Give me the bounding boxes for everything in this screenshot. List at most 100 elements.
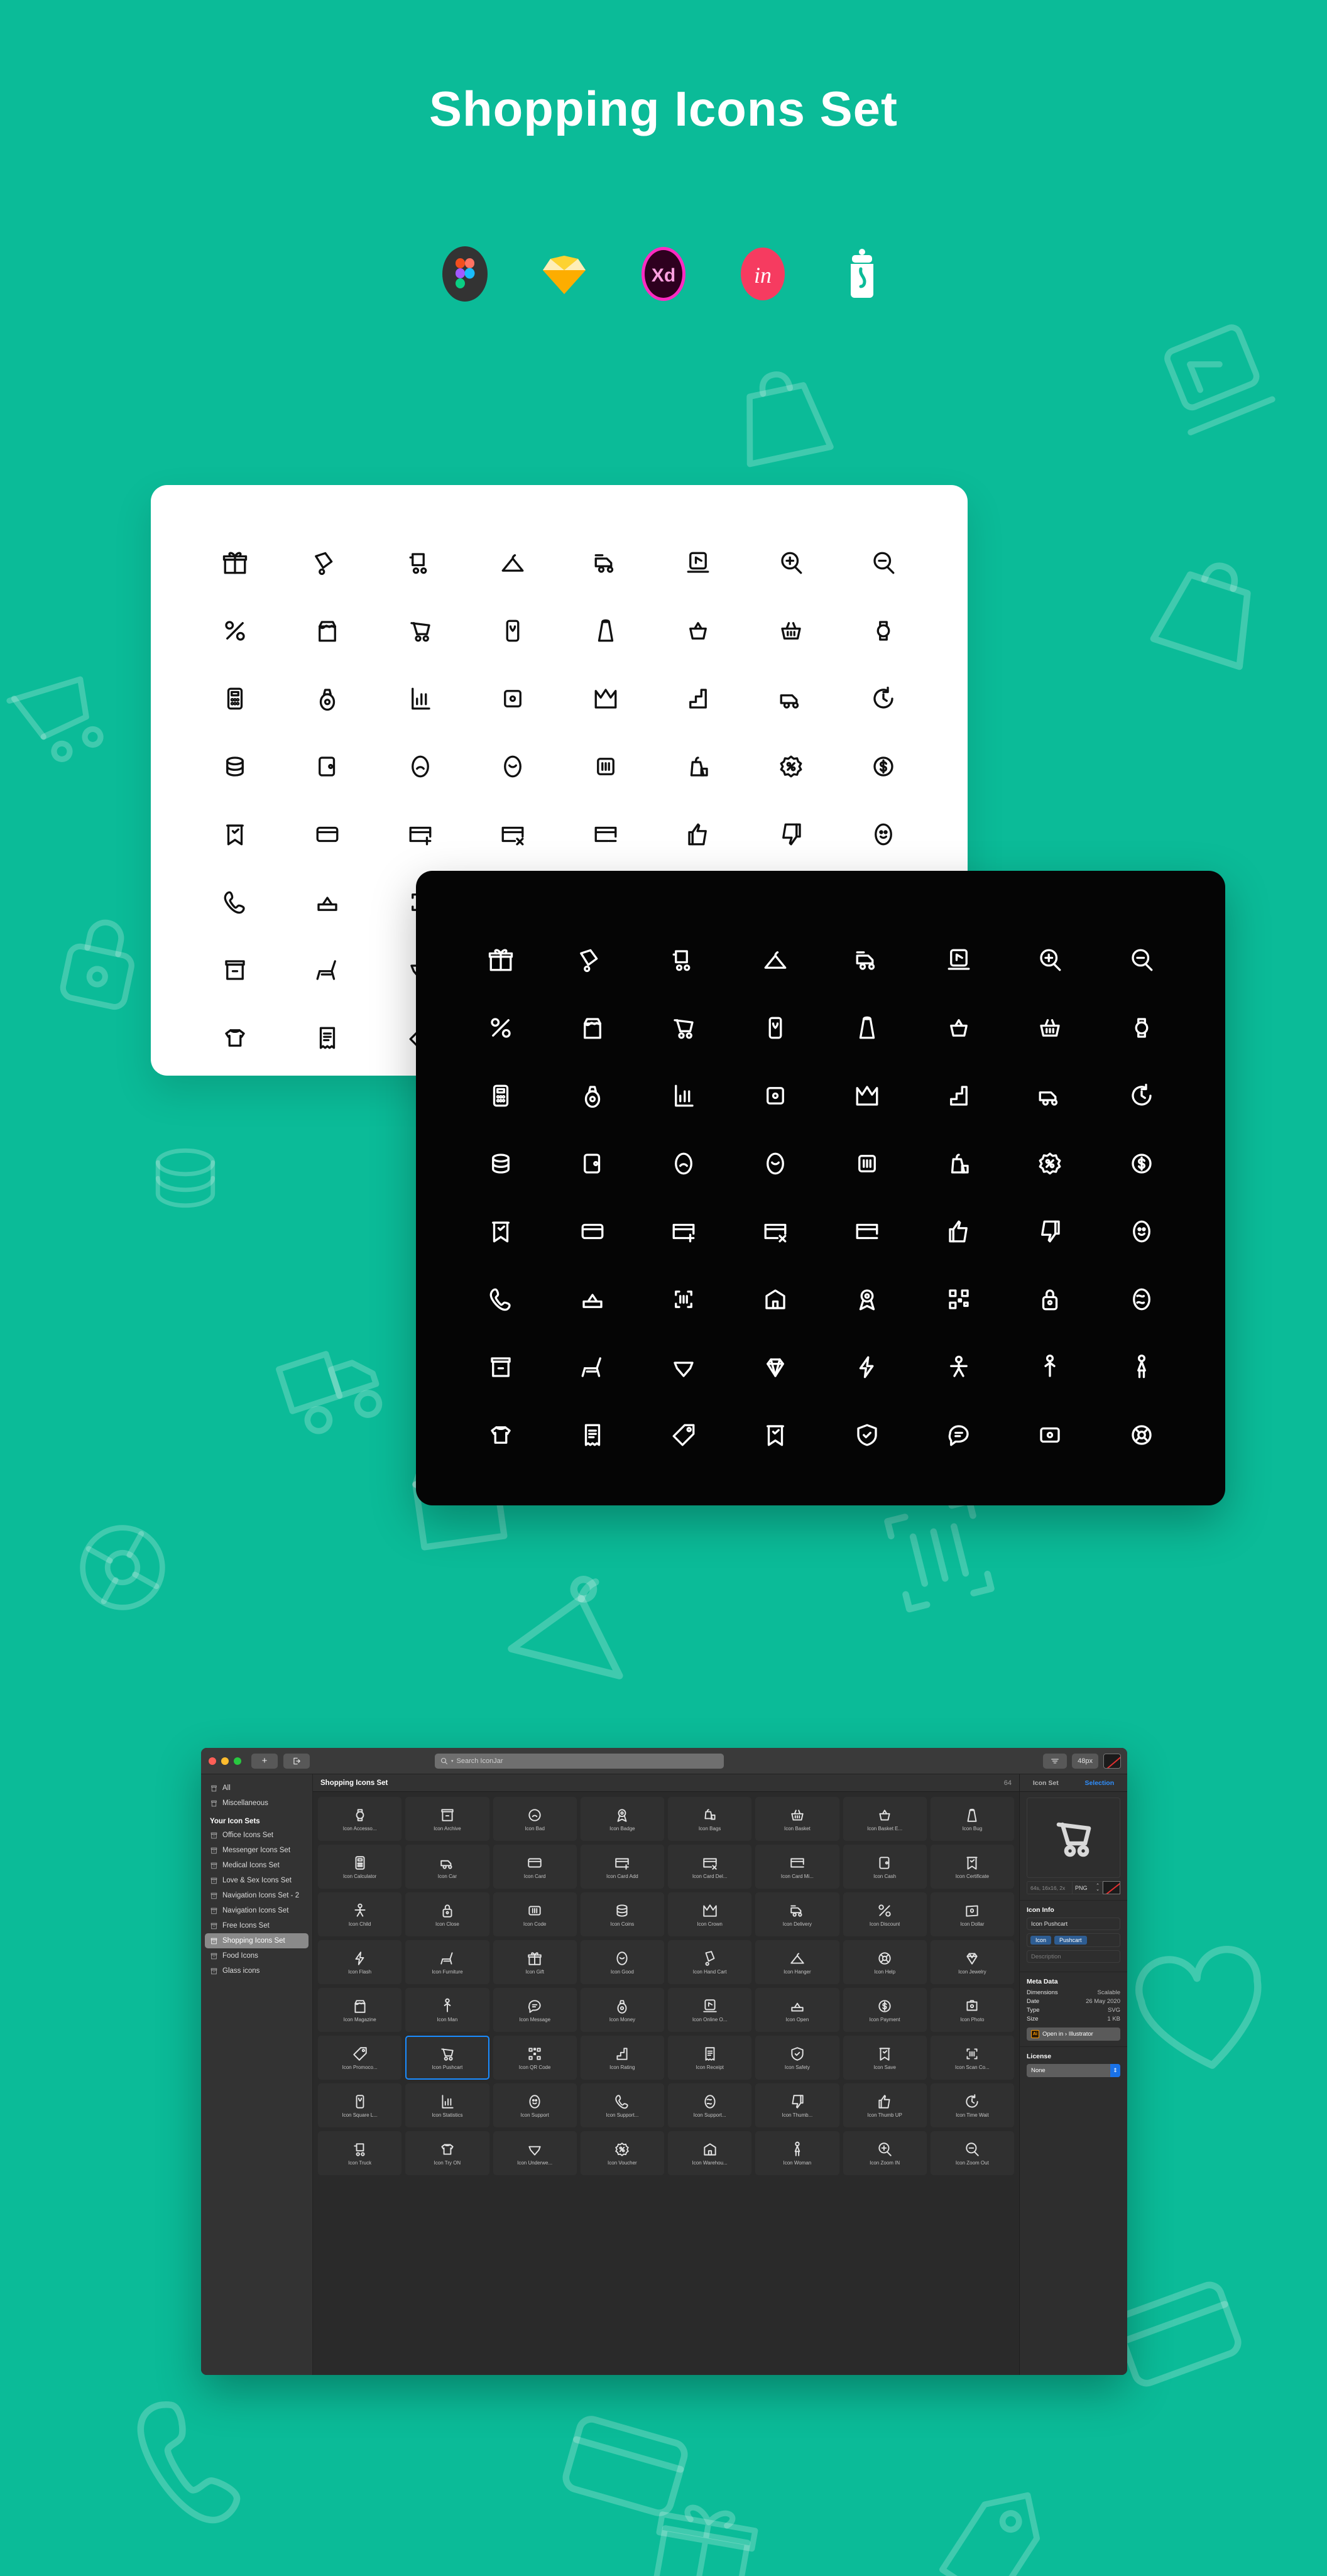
icon-cell[interactable]: Icon Basket E...: [843, 1797, 927, 1841]
sidebar-item-food-icons[interactable]: Food Icons: [205, 1948, 309, 1963]
icon-cell[interactable]: Icon QR Code: [493, 2036, 577, 2080]
icon-cell[interactable]: Icon Square L...: [318, 2083, 402, 2127]
icon-cell[interactable]: Icon Magazine: [318, 1988, 402, 2032]
icon-cell[interactable]: Icon Discount: [843, 1892, 927, 1936]
icon-cell[interactable]: Icon Car: [405, 1845, 489, 1889]
calculator-icon: [227, 687, 243, 710]
icon-cell[interactable]: Icon Save: [843, 2036, 927, 2080]
icon-cell[interactable]: Icon Good: [580, 1940, 664, 1984]
export-button[interactable]: [283, 1753, 310, 1769]
icon-cell[interactable]: Icon Gift: [493, 1940, 577, 1984]
icon-tags-field[interactable]: Icon Pushcart: [1027, 1933, 1120, 1947]
icon-cell[interactable]: Icon Cash: [843, 1845, 927, 1889]
open-in-illustrator-button[interactable]: Ai Open in › Illustrator: [1027, 2028, 1120, 2041]
icon-cell[interactable]: Icon Underwe...: [493, 2131, 577, 2175]
icon-cell[interactable]: Icon Card: [493, 1845, 577, 1889]
maximize-window-button[interactable]: [234, 1757, 241, 1765]
add-icon-set-button[interactable]: +: [251, 1753, 278, 1769]
close-window-button[interactable]: [209, 1757, 216, 1765]
icon-cell[interactable]: Icon Bad: [493, 1797, 577, 1841]
icon-cell[interactable]: Icon Card Mi...: [755, 1845, 839, 1889]
icon-cell[interactable]: Icon Promoco...: [318, 2036, 402, 2080]
icon-cell[interactable]: Icon Archive: [405, 1797, 489, 1841]
sidebar-item-navigation-icons-set[interactable]: Navigation Icons Set: [205, 1903, 309, 1918]
icon-cell[interactable]: Icon Support: [493, 2083, 577, 2127]
icon-cell[interactable]: Icon Dollar: [930, 1892, 1014, 1936]
icon-cell[interactable]: Icon Receipt: [668, 2036, 752, 2080]
icon-cell[interactable]: Icon Safety: [755, 2036, 839, 2080]
color-swatch-button[interactable]: [1103, 1754, 1121, 1769]
icon-cell[interactable]: Icon Photo: [930, 1988, 1014, 2032]
sidebar-item-glass-icons[interactable]: Glass icons: [205, 1963, 309, 1978]
icon-cell[interactable]: Icon Jewelry: [930, 1940, 1014, 1984]
icon-cell[interactable]: Icon Coins: [580, 1892, 664, 1936]
license-select[interactable]: None ⇕: [1027, 2064, 1120, 2077]
icon-cell[interactable]: Icon Zoom IN: [843, 2131, 927, 2175]
icon-cell[interactable]: Icon Time Wait: [930, 2083, 1014, 2127]
icon-cell[interactable]: Icon Close: [405, 1892, 489, 1936]
icon-cell[interactable]: Icon Support...: [580, 2083, 664, 2127]
sidebar-item-medical-icons-set[interactable]: Medical Icons Set: [205, 1858, 309, 1873]
export-color-swatch[interactable]: [1103, 1881, 1120, 1894]
icon-cell[interactable]: Icon Child: [318, 1892, 402, 1936]
icon-cell[interactable]: Icon Certificate: [930, 1845, 1014, 1889]
icon-cell[interactable]: Icon Warehou...: [668, 2131, 752, 2175]
icon-cell[interactable]: Icon Code: [493, 1892, 577, 1936]
icon-cell[interactable]: Icon Scan Co...: [930, 2036, 1014, 2080]
icon-cell[interactable]: Icon Bug: [930, 1797, 1014, 1841]
tab-selection[interactable]: Selection: [1084, 1779, 1114, 1787]
icon-cell[interactable]: Icon Support...: [668, 2083, 752, 2127]
icon-cell-label: Icon Card Del...: [692, 1873, 728, 1879]
tab-icon-set[interactable]: Icon Set: [1033, 1779, 1059, 1787]
sidebar-item-office-icons-set[interactable]: Office Icons Set: [205, 1828, 309, 1843]
sidebar-item-messenger-icons-set[interactable]: Messenger Icons Set: [205, 1843, 309, 1858]
discount-icon: [491, 1018, 511, 1038]
sidebar-item-all[interactable]: All: [205, 1781, 309, 1796]
icon-cell[interactable]: Icon Bags: [668, 1797, 752, 1841]
icon-cell[interactable]: Icon Thumb UP: [843, 2083, 927, 2127]
minimize-window-button[interactable]: [221, 1757, 229, 1765]
icon-description-field[interactable]: Description: [1027, 1950, 1120, 1963]
export-format-select[interactable]: PNG ⌃ ⌄: [1073, 1881, 1103, 1894]
icon-cell[interactable]: Icon Money: [580, 1988, 664, 2032]
icon-cell-selected[interactable]: Icon Pushcart: [405, 2036, 489, 2080]
icon-cell[interactable]: Icon Zoom Out: [930, 2131, 1014, 2175]
export-size-field[interactable]: 64s, 16x16, 2x: [1027, 1881, 1073, 1894]
icon-cell[interactable]: Icon Hanger: [755, 1940, 839, 1984]
icon-cell[interactable]: Icon Online O...: [668, 1988, 752, 2032]
icon-cell[interactable]: Icon Hand Cart: [668, 1940, 752, 1984]
icon-cell[interactable]: Icon Voucher: [580, 2131, 664, 2175]
icon-cell[interactable]: Icon Basket: [755, 1797, 839, 1841]
icon-cell[interactable]: Icon Help: [843, 1940, 927, 1984]
sidebar-item-navigation-icons-set-2[interactable]: Navigation Icons Set - 2: [205, 1888, 309, 1903]
icon-cell[interactable]: Icon Calculator: [318, 1845, 402, 1889]
icon-cell[interactable]: Icon Man: [405, 1988, 489, 2032]
icon-cell[interactable]: Icon Flash: [318, 1940, 402, 1984]
icon-cell[interactable]: Icon Badge: [580, 1797, 664, 1841]
icon-cell[interactable]: Icon Message: [493, 1988, 577, 2032]
icon-name-field[interactable]: Icon Pushcart: [1027, 1918, 1120, 1930]
search-input[interactable]: ▾ Search IconJar: [435, 1754, 724, 1769]
icon-cell[interactable]: Icon Open: [755, 1988, 839, 2032]
icon-cell[interactable]: Icon Accesso...: [318, 1797, 402, 1841]
icon-cell[interactable]: Icon Rating: [580, 2036, 664, 2080]
icon-cell[interactable]: Icon Delivery: [755, 1892, 839, 1936]
icon-cell[interactable]: Icon Crown: [668, 1892, 752, 1936]
sidebar-item-miscellaneous[interactable]: Miscellaneous: [205, 1796, 309, 1811]
icon-cell[interactable]: Icon Thumb...: [755, 2083, 839, 2127]
icon-cell[interactable]: Icon Card Del...: [668, 1845, 752, 1889]
icon-cell[interactable]: Icon Woman: [755, 2131, 839, 2175]
icon-cell[interactable]: Icon Payment: [843, 1988, 927, 2032]
sidebar-item-free-icons-set[interactable]: Free Icons Set: [205, 1918, 309, 1933]
icon-cell[interactable]: Icon Furniture: [405, 1940, 489, 1984]
icon-cell[interactable]: Icon Statistics: [405, 2083, 489, 2127]
sidebar-item-love-and-sex-icons-set[interactable]: Love & Sex Icons Set: [205, 1873, 309, 1888]
tag-chip[interactable]: Pushcart: [1054, 1936, 1087, 1945]
tag-chip[interactable]: Icon: [1030, 1936, 1052, 1945]
icon-size-button[interactable]: 48px: [1072, 1754, 1098, 1769]
icon-cell[interactable]: Icon Try ON: [405, 2131, 489, 2175]
icon-cell[interactable]: Icon Card Add: [580, 1845, 664, 1889]
sidebar-item-shopping-icons-set[interactable]: Shopping Icons Set: [205, 1933, 309, 1948]
filter-button[interactable]: [1043, 1754, 1068, 1769]
icon-cell[interactable]: Icon Truck: [318, 2131, 402, 2175]
